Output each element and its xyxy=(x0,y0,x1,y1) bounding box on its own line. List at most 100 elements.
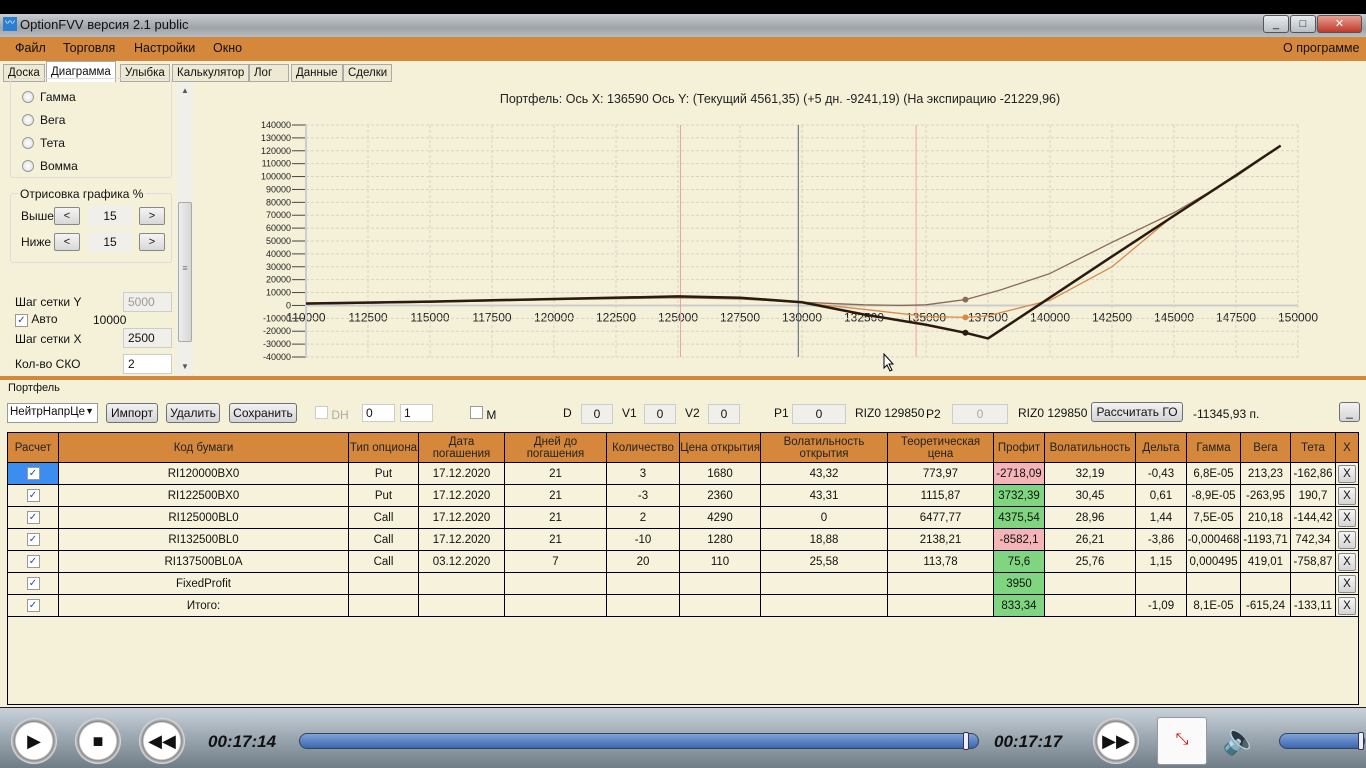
column-header[interactable]: Расчет xyxy=(7,432,59,463)
v1-input[interactable]: 0 xyxy=(644,404,676,424)
collapse-button[interactable]: _ xyxy=(1339,402,1360,422)
import-button[interactable]: Импорт xyxy=(106,403,158,423)
calc-checkbox-cell[interactable]: ✓ xyxy=(7,594,59,617)
calc-checkbox[interactable]: ✓ xyxy=(26,467,40,480)
calculate-go-button[interactable]: Рассчитать ГО xyxy=(1091,402,1183,422)
seek-thumb[interactable] xyxy=(963,732,970,750)
play-button[interactable]: ▶ xyxy=(11,718,57,764)
calc-checkbox-cell[interactable]: ✓ xyxy=(7,572,59,595)
menu-trading[interactable]: Торговля xyxy=(63,41,115,55)
column-header[interactable]: Код бумаги xyxy=(58,432,349,463)
above-increase-button[interactable]: > xyxy=(139,207,165,225)
auto-checkbox[interactable]: ✓ Авто xyxy=(15,312,58,327)
column-header[interactable]: Дельта xyxy=(1135,432,1187,463)
above-decrease-button[interactable]: < xyxy=(54,207,80,225)
volume-icon[interactable]: 🔈 xyxy=(1222,722,1259,757)
p2-input[interactable]: 0 xyxy=(952,404,1008,424)
minimize-button[interactable]: _ xyxy=(1263,15,1289,33)
below-value[interactable]: 15 xyxy=(88,232,132,252)
calc-checkbox-cell[interactable]: ✓ xyxy=(7,462,59,485)
calc-checkbox-cell[interactable]: ✓ xyxy=(7,484,59,507)
column-header[interactable]: Вега xyxy=(1240,432,1291,463)
remove-row-button[interactable]: X xyxy=(1338,574,1356,593)
calc-checkbox-cell[interactable]: ✓ xyxy=(7,528,59,551)
spin-1[interactable]: 0 xyxy=(362,404,395,422)
grid-y-input[interactable]: 5000 xyxy=(123,292,172,312)
dh-checkbox[interactable]: DH xyxy=(315,406,349,422)
fullscreen-icon[interactable]: ⤡ xyxy=(1157,717,1207,765)
tab-deals[interactable]: Сделки xyxy=(343,64,393,82)
sko-input[interactable]: 2 xyxy=(123,354,172,374)
rewind-button[interactable]: ◀◀ xyxy=(139,718,185,764)
column-header[interactable]: Волатильность открытия xyxy=(760,432,888,463)
remove-row-button[interactable]: X xyxy=(1338,464,1356,483)
radio-theta[interactable]: Тета xyxy=(22,136,65,150)
above-value[interactable]: 15 xyxy=(88,206,132,226)
delete-button[interactable]: Удалить xyxy=(166,403,220,423)
menu-settings[interactable]: Настройки xyxy=(134,41,195,55)
column-header[interactable]: Тип опциона xyxy=(348,432,419,463)
calc-checkbox-cell[interactable]: ✓ xyxy=(7,550,59,573)
table-row[interactable]: ✓ RI122500BX0 Put 17.12.2020 21 -3 2360 43,31 11… xyxy=(7,484,1359,507)
menu-about[interactable]: О программе xyxy=(1283,41,1359,55)
table-row[interactable]: ✓ RI120000BX0 Put 17.12.2020 21 3 1680 43,32 773… xyxy=(7,462,1359,485)
column-header[interactable]: Профит xyxy=(993,432,1045,463)
column-header[interactable]: Дней до погашения xyxy=(504,432,607,463)
table-row[interactable]: ✓ RI137500BL0A Call 03.12.2020 7 20 110 25,58 11… xyxy=(7,550,1359,573)
menu-window[interactable]: Окно xyxy=(213,41,242,55)
column-header[interactable]: X xyxy=(1335,432,1359,463)
calc-checkbox-cell[interactable]: ✓ xyxy=(7,506,59,529)
remove-row-button[interactable]: X xyxy=(1338,486,1356,505)
volume-thumb[interactable] xyxy=(1357,732,1364,750)
calc-checkbox[interactable]: ✓ xyxy=(26,511,40,524)
column-header[interactable]: Теоретическая цена xyxy=(887,432,994,463)
stop-button[interactable]: ■ xyxy=(75,718,121,764)
below-increase-button[interactable]: > xyxy=(139,233,165,251)
maximize-button[interactable]: □ xyxy=(1290,15,1316,33)
calc-checkbox[interactable]: ✓ xyxy=(26,577,40,590)
v2-input[interactable]: 0 xyxy=(708,404,740,424)
remove-row-button[interactable]: X xyxy=(1338,596,1356,615)
column-header[interactable]: Дата погашения xyxy=(418,432,505,463)
radio-gamma[interactable]: Гамма xyxy=(22,90,76,104)
payoff-chart-panel[interactable]: Портфель: Ось X: 136590 Ось Y: (Текущий … xyxy=(194,82,1366,376)
column-header[interactable]: Волатильность xyxy=(1044,432,1136,463)
tab-calculator[interactable]: Калькулятор xyxy=(172,64,250,82)
table-row[interactable]: ✓ RI132500BL0 Call 17.12.2020 21 -10 1280 18,88… xyxy=(7,528,1359,551)
save-button[interactable]: Сохранить xyxy=(229,403,297,423)
m-checkbox[interactable]: M xyxy=(470,406,496,422)
radio-vega[interactable]: Вега xyxy=(22,113,65,127)
calc-checkbox[interactable]: ✓ xyxy=(26,555,40,568)
radio-vomma[interactable]: Вомма xyxy=(22,159,78,173)
below-decrease-button[interactable]: < xyxy=(54,233,80,251)
calc-checkbox[interactable]: ✓ xyxy=(26,489,40,502)
calc-checkbox[interactable]: ✓ xyxy=(26,599,40,612)
table-row[interactable]: ✓ RI125000BL0 Call 17.12.2020 21 2 4290 0 6477,7… xyxy=(7,506,1359,529)
strategy-select[interactable]: НейтрНапрЦе ▼ xyxy=(7,403,98,423)
table-row[interactable]: ✓ Итого: 833,34 -1,09 8,1E-05 -615,24 -133,11 X xyxy=(7,594,1359,617)
column-header[interactable]: Цена открытия xyxy=(679,432,761,463)
grid-x-input[interactable]: 2500 xyxy=(123,328,172,348)
calc-checkbox[interactable]: ✓ xyxy=(26,533,40,546)
column-header[interactable]: Количество xyxy=(606,432,680,463)
column-header[interactable]: Гамма xyxy=(1186,432,1241,463)
remove-row-button[interactable]: X xyxy=(1338,508,1356,527)
above-label: Выше xyxy=(21,209,54,223)
d-input[interactable]: 0 xyxy=(581,404,613,424)
column-header[interactable]: Тета xyxy=(1290,432,1336,463)
table-row[interactable]: ✓ FixedProfit 3950 X xyxy=(7,572,1359,595)
seek-bar[interactable] xyxy=(299,732,979,750)
close-button[interactable]: ✕ xyxy=(1317,15,1362,33)
tab-data[interactable]: Данные xyxy=(291,64,343,82)
volume-slider[interactable] xyxy=(1279,732,1365,750)
p1-input[interactable]: 0 xyxy=(792,404,846,424)
scrollbar-thumb[interactable]: ≡ xyxy=(178,202,192,342)
volatility-cell: 26,21 xyxy=(1044,528,1136,551)
menu-file[interactable]: Файл xyxy=(15,41,46,55)
tab-log[interactable]: Лог xyxy=(249,64,289,82)
remove-row-button[interactable]: X xyxy=(1338,530,1356,549)
remove-row-button[interactable]: X xyxy=(1338,552,1356,571)
fast-forward-button[interactable]: ▶▶ xyxy=(1093,718,1139,764)
payoff-chart[interactable]: 110000 112500 115000 117500 120000 122500 1250… xyxy=(194,82,1366,376)
spin-2[interactable]: 1 xyxy=(400,404,433,422)
